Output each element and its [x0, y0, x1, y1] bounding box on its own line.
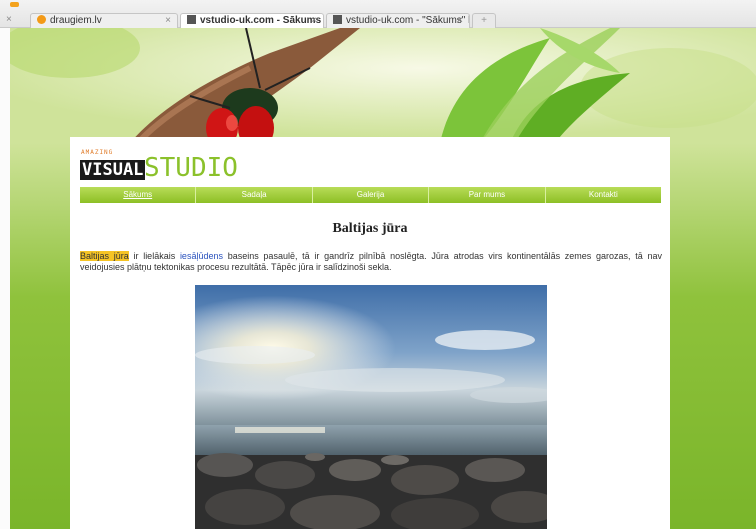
article-title: Baltijas jūra: [332, 221, 408, 236]
nav-item-kontakti[interactable]: Kontakti: [546, 187, 661, 203]
content-panel: AMAZING VISUAL STUDIO Sākums Sadaļa Gale…: [70, 137, 670, 529]
site-favicon-icon: [333, 15, 342, 24]
tab-title: draugiem.lv: [50, 15, 102, 26]
draugiem-favicon-icon: [37, 15, 46, 24]
article-photo-sea-sunset: [195, 285, 547, 529]
header-banner: [10, 28, 756, 143]
site-favicon-icon: [187, 15, 196, 24]
nav-item-galerija[interactable]: Galerija: [313, 187, 430, 203]
logo-studio-text: STUDIO: [144, 153, 238, 183]
logo-visual-text: VISUAL: [80, 160, 146, 180]
tab-title: vstudio-uk.com - "Sākums" labošana: [346, 15, 469, 26]
sea-sunset-image: [195, 285, 547, 529]
logo-tagline: AMAZING: [81, 149, 114, 156]
article-paragraph: Baltijas jūra ir lielākais iesāļūdens ba…: [80, 251, 662, 273]
browser-tab-strip: × draugiem.lv × vstudio-uk.com - Sākums …: [0, 0, 756, 28]
nav-item-sakums[interactable]: Sākums: [80, 187, 197, 203]
tab-close-icon[interactable]: ×: [311, 14, 317, 28]
paragraph-text-1: ir lielākais: [128, 251, 180, 261]
new-tab-button[interactable]: +: [472, 13, 496, 28]
banner-illustration: [10, 28, 756, 143]
article-link[interactable]: iesāļūdens: [180, 251, 223, 261]
close-icon[interactable]: ×: [6, 14, 12, 25]
tab-vstudio-edit[interactable]: vstudio-uk.com - "Sākums" labošana ×: [326, 13, 470, 28]
browser-menu-icon[interactable]: [10, 2, 19, 7]
tab-draugiem[interactable]: draugiem.lv ×: [30, 13, 178, 28]
nav-item-sadala[interactable]: Sadaļa: [196, 187, 313, 203]
tab-vstudio-home[interactable]: vstudio-uk.com - Sākums ×: [180, 13, 324, 28]
tab-title: vstudio-uk.com - Sākums: [200, 15, 322, 26]
highlighted-term: Baltijas jūra: [80, 251, 129, 261]
tab-close-icon[interactable]: ×: [165, 14, 171, 28]
nav-item-par-mums[interactable]: Par mums: [429, 187, 546, 203]
main-navigation: Sākums Sadaļa Galerija Par mums Kontakti: [80, 187, 661, 203]
tab-close-icon[interactable]: ×: [457, 14, 463, 28]
site-logo[interactable]: AMAZING VISUAL STUDIO: [80, 149, 240, 185]
